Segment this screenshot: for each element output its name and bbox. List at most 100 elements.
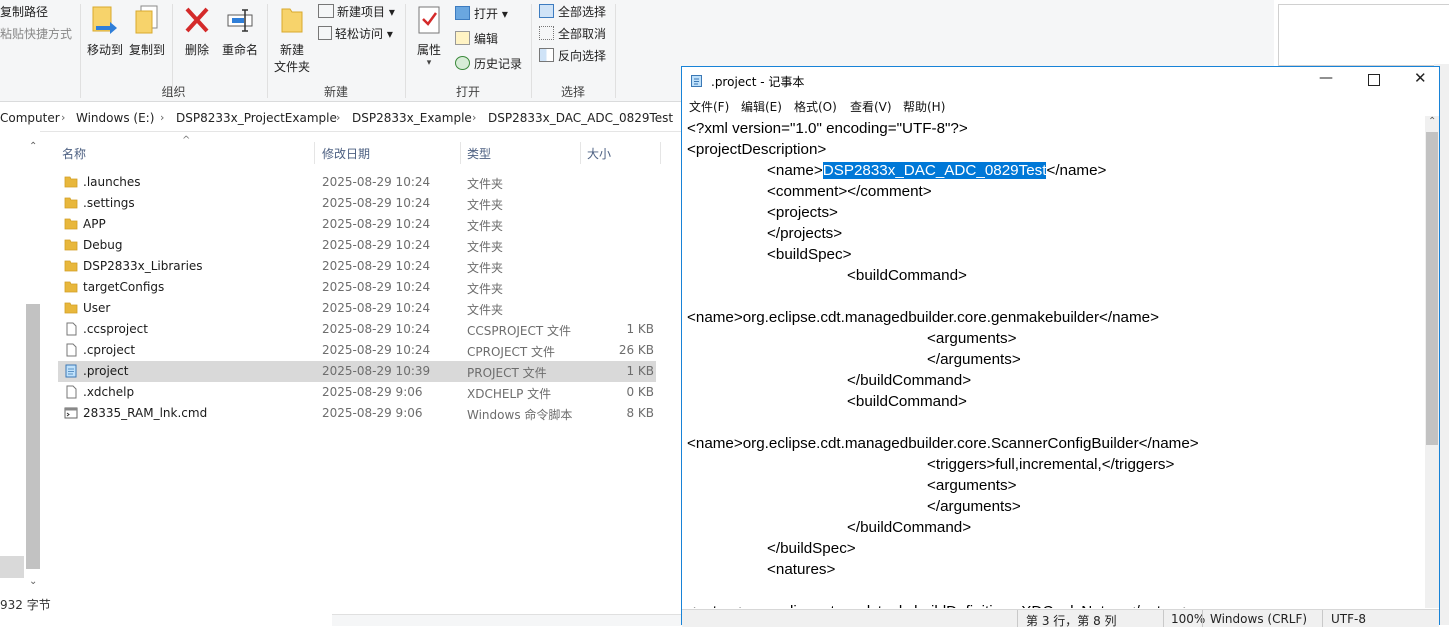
file-name: 28335_RAM_lnk.cmd [83, 406, 208, 420]
table-row[interactable]: 28335_RAM_lnk.cmd 2025-08-29 9:06 Windows … [58, 403, 656, 424]
scroll-up-icon[interactable]: ⌃ [1428, 116, 1436, 127]
navigation-scrollbar[interactable]: ⌃ ⌄ [26, 139, 40, 599]
new-item-button[interactable]: 新建项目 ▾ [318, 3, 395, 20]
table-row[interactable]: DSP2833x_Libraries 2025-08-29 10:24 文件夹 [58, 256, 656, 277]
text-line: <triggers>full,incremental,</triggers> [927, 454, 1174, 475]
text-line-content: </arguments> [927, 498, 1021, 515]
file-type: XDCHELP 文件 [467, 387, 552, 401]
file-type: 文件夹 [467, 219, 504, 233]
edit-button[interactable]: 编辑 [455, 30, 498, 47]
select-none-icon [539, 26, 554, 40]
file-size: 0 KB [626, 385, 654, 399]
table-row[interactable]: targetConfigs 2025-08-29 10:24 文件夹 [58, 277, 656, 298]
table-row[interactable]: Debug 2025-08-29 10:24 文件夹 [58, 235, 656, 256]
text-line-content: <buildSpec> [767, 246, 852, 263]
cursor-position: 第 3 行，第 8 列 [1026, 614, 1117, 628]
column-date[interactable]: 修改日期 [322, 145, 370, 162]
breadcrumb-current-folder[interactable]: DSP2833x_DAC_ADC_0829Test [488, 111, 673, 125]
scroll-up-icon[interactable]: ⌃ [29, 141, 37, 152]
file-date: 2025-08-29 10:39 [322, 364, 431, 378]
select-none-button[interactable]: 全部取消 [539, 25, 606, 42]
menu-help[interactable]: 帮助(H) [903, 98, 945, 115]
nav-selected-item[interactable] [0, 556, 24, 578]
table-row[interactable]: APP 2025-08-29 10:24 文件夹 [58, 214, 656, 235]
column-size[interactable]: 大小 [587, 145, 611, 162]
text-line-content: </buildCommand> [847, 372, 972, 389]
maximize-icon[interactable] [1368, 74, 1380, 86]
text-file-icon [65, 364, 77, 378]
breadcrumb-example[interactable]: DSP2833x_Example [352, 111, 472, 125]
file-type: 文件夹 [467, 198, 504, 212]
text-line-content: </projects> [767, 225, 843, 242]
scrollbar-thumb[interactable] [26, 304, 40, 569]
scroll-down-icon[interactable]: ⌄ [29, 576, 37, 587]
notepad-title: .project - 记事本 [711, 75, 805, 89]
easy-access-button[interactable]: 轻松访问 ▾ [318, 25, 393, 42]
notepad-scrollbar[interactable]: ⌃ [1425, 116, 1439, 608]
table-row[interactable]: .settings 2025-08-29 10:24 文件夹 [58, 193, 656, 214]
breadcrumb-computer[interactable]: Computer [0, 111, 60, 125]
select-all-button[interactable]: 全部选择 [539, 3, 606, 20]
notepad-title-bar[interactable]: .project - 记事本 — ✕ [682, 67, 1439, 94]
text-line: <natures> [767, 559, 835, 580]
menu-file[interactable]: 文件(F) [689, 98, 729, 115]
rename-button[interactable]: 重命名 [218, 4, 262, 58]
text-line: <nature>org.eclipse.rtsc.xdctools.buildD… [687, 601, 1192, 608]
scrollbar-thumb[interactable] [1426, 132, 1438, 445]
file-name: .project [83, 364, 129, 378]
copy-path-button[interactable]: 复制路径 [0, 3, 48, 20]
close-icon[interactable]: ✕ [1414, 69, 1427, 87]
menu-edit[interactable]: 编辑(E) [741, 98, 782, 115]
edit-icon [455, 31, 470, 45]
text-line-content: </buildSpec> [767, 540, 856, 557]
text-line: </buildSpec> [767, 538, 856, 559]
selected-text[interactable]: DSP2833x_DAC_ADC_0829Test [822, 162, 1047, 179]
breadcrumb-windows-e[interactable]: Windows (E:) [76, 111, 154, 125]
invert-selection-button[interactable]: 反向选择 [539, 47, 606, 64]
move-to-button[interactable]: 移动到 [86, 4, 124, 58]
copy-to-button[interactable]: 复制到 [127, 4, 167, 58]
history-icon [455, 56, 470, 70]
new-folder-button[interactable]: 新建 文件夹 [272, 4, 312, 75]
file-type: CPROJECT 文件 [467, 345, 556, 359]
table-row[interactable]: .launches 2025-08-29 10:24 文件夹 [58, 172, 656, 193]
file-name: .cproject [83, 343, 136, 357]
breadcrumb-project-example[interactable]: DSP8233x_ProjectExample [176, 111, 337, 125]
notepad-menu-bar: 文件(F) 编辑(E) 格式(O) 查看(V) 帮助(H) [682, 94, 1439, 116]
breadcrumb-chevron-icon[interactable]: › [160, 111, 164, 124]
paste-shortcut-button[interactable]: 粘贴快捷方式 [0, 25, 72, 42]
properties-button[interactable]: 属性 ▾ [411, 4, 447, 68]
column-name[interactable]: 名称 [62, 145, 86, 162]
folder-icon [64, 218, 78, 230]
table-row[interactable]: .xdchelp 2025-08-29 9:06 XDCHELP 文件 0 KB [58, 382, 656, 403]
column-type[interactable]: 类型 [467, 145, 491, 162]
table-row[interactable]: .project 2025-08-29 10:39 PROJECT 文件 1 KB [58, 361, 656, 382]
breadcrumb-chevron-icon[interactable]: › [61, 111, 65, 124]
text-line: <projects> [767, 202, 838, 223]
table-row[interactable]: User 2025-08-29 10:24 文件夹 [58, 298, 656, 319]
rename-icon [227, 9, 253, 32]
move-to-icon [92, 6, 117, 34]
text-line: </buildCommand> [847, 517, 971, 538]
line-ending: Windows (CRLF) [1210, 612, 1308, 626]
file-icon [66, 343, 77, 357]
status-bar-size: 932 字节 [0, 598, 51, 612]
open-group-label: 打开 [455, 85, 480, 99]
open-button[interactable]: 打开 ▾ [455, 5, 508, 22]
delete-button[interactable]: 删除 [180, 4, 214, 58]
table-row[interactable]: .ccsproject 2025-08-29 10:24 CCSPROJECT 文件… [58, 319, 656, 340]
file-date: 2025-08-29 10:24 [322, 280, 431, 294]
breadcrumb-chevron-icon[interactable]: › [336, 111, 340, 124]
minimize-icon[interactable]: — [1319, 70, 1333, 86]
history-button[interactable]: 历史记录 [455, 55, 522, 72]
table-row[interactable]: .cproject 2025-08-29 10:24 CPROJECT 文件 26 K… [58, 340, 656, 361]
select-all-icon [539, 4, 554, 18]
menu-view[interactable]: 查看(V) [850, 98, 892, 115]
file-name: targetConfigs [83, 280, 165, 294]
breadcrumb-chevron-icon[interactable]: › [472, 111, 476, 124]
folder-icon [64, 302, 78, 314]
menu-format[interactable]: 格式(O) [794, 98, 837, 115]
notepad-text-area[interactable]: <?xml version="1.0" encoding="UTF-8"?> <p… [687, 118, 1422, 608]
text-line-suffix: </name> [1046, 162, 1107, 179]
file-name: DSP2833x_Libraries [83, 259, 203, 273]
